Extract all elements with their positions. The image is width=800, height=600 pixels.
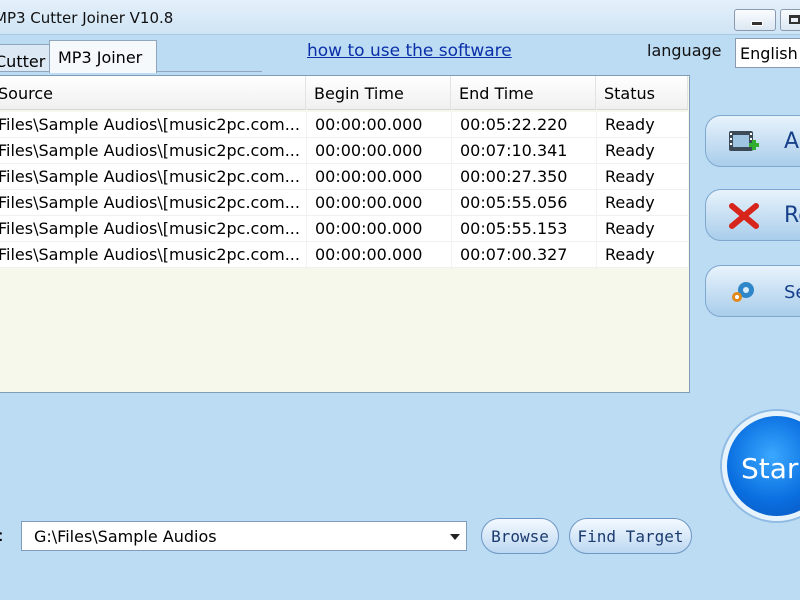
cell-end-time: 00:07:10.341 (460, 141, 568, 160)
column-header-begin-time[interactable]: Begin Time (306, 76, 451, 109)
settings-label: Set (784, 282, 800, 303)
tab-mp3-joiner[interactable]: MP3 Joiner (49, 40, 157, 73)
find-target-button[interactable]: Find Target (569, 518, 692, 554)
add-files-button[interactable]: A (705, 115, 800, 167)
cell-source: Files\Sample Audios\[music2pc.com... (0, 167, 300, 186)
column-divider (306, 109, 307, 269)
cell-status: Ready (605, 193, 655, 212)
minimize-button[interactable] (734, 9, 776, 31)
output-path-value: G:\Files\Sample Audios (34, 527, 217, 546)
cell-begin-time: 00:00:00.000 (315, 245, 423, 264)
table-row[interactable]: Files\Sample Audios\[music2pc.com... 00:… (0, 164, 688, 190)
title-bar: MP3 Cutter Joiner V10.8 (0, 0, 800, 35)
cell-source: Files\Sample Audios\[music2pc.com... (0, 115, 300, 134)
table-header: Source Begin Time End Time Status (0, 76, 688, 110)
cell-end-time: 00:05:55.056 (460, 193, 568, 212)
cell-begin-time: 00:00:00.000 (315, 115, 423, 134)
table-row[interactable]: Files\Sample Audios\[music2pc.com... 00:… (0, 242, 688, 268)
gear-icon (732, 282, 754, 302)
column-divider (596, 109, 597, 269)
chevron-down-icon[interactable] (450, 534, 460, 540)
minimize-icon (751, 21, 763, 26)
tab-cutter-label: Cutter (0, 52, 46, 71)
cell-status: Ready (605, 219, 655, 238)
cell-begin-time: 00:00:00.000 (315, 141, 423, 160)
language-label: language (647, 41, 722, 60)
window-title: MP3 Cutter Joiner V10.8 (0, 9, 174, 27)
table-row[interactable]: Files\Sample Audios\[music2pc.com... 00:… (0, 190, 688, 216)
cell-source: Files\Sample Audios\[music2pc.com... (0, 193, 300, 212)
film-add-icon (729, 131, 759, 151)
cell-end-time: 00:05:22.220 (460, 115, 568, 134)
tab-mp3-joiner-label: MP3 Joiner (58, 48, 143, 67)
browse-button[interactable]: Browse (481, 518, 559, 554)
file-list-table[interactable]: Source Begin Time End Time Status Files\… (0, 75, 690, 393)
tab-cutter[interactable]: Cutter (0, 44, 50, 72)
cell-begin-time: 00:00:00.000 (315, 193, 423, 212)
how-to-use-link[interactable]: how to use the software (307, 41, 512, 61)
settings-button[interactable]: Set (705, 265, 800, 317)
table-row[interactable]: Files\Sample Audios\[music2pc.com... 00:… (0, 112, 688, 138)
cell-end-time: 00:07:00.327 (460, 245, 568, 264)
cell-status: Ready (605, 141, 655, 160)
language-value: English (740, 44, 798, 63)
red-x-icon (729, 203, 759, 229)
column-header-end-time[interactable]: End Time (451, 76, 596, 109)
cell-end-time: 00:00:27.350 (460, 167, 568, 186)
column-divider (451, 109, 452, 269)
cell-status: Ready (605, 115, 655, 134)
column-header-status[interactable]: Status (596, 76, 688, 109)
start-label: Star (741, 452, 799, 485)
cell-source: Files\Sample Audios\[music2pc.com... (0, 245, 300, 264)
output-label: : (0, 526, 4, 546)
column-header-source[interactable]: Source (0, 76, 306, 109)
output-path-combobox[interactable]: G:\Files\Sample Audios (21, 521, 467, 551)
maximize-button[interactable] (780, 9, 800, 31)
add-files-label: A (784, 129, 800, 154)
table-row[interactable]: Files\Sample Audios\[music2pc.com... 00:… (0, 138, 688, 164)
cell-end-time: 00:05:55.153 (460, 219, 568, 238)
cell-status: Ready (605, 167, 655, 186)
start-button[interactable]: Star (722, 411, 800, 521)
remove-label: Re (784, 203, 800, 228)
cell-source: Files\Sample Audios\[music2pc.com... (0, 219, 300, 238)
language-select[interactable]: English (735, 38, 800, 68)
cell-status: Ready (605, 245, 655, 264)
remove-button[interactable]: Re (705, 189, 800, 241)
cell-begin-time: 00:00:00.000 (315, 167, 423, 186)
maximize-icon (789, 15, 800, 24)
cell-source: Files\Sample Audios\[music2pc.com... (0, 141, 300, 160)
table-row[interactable]: Files\Sample Audios\[music2pc.com... 00:… (0, 216, 688, 242)
cell-begin-time: 00:00:00.000 (315, 219, 423, 238)
